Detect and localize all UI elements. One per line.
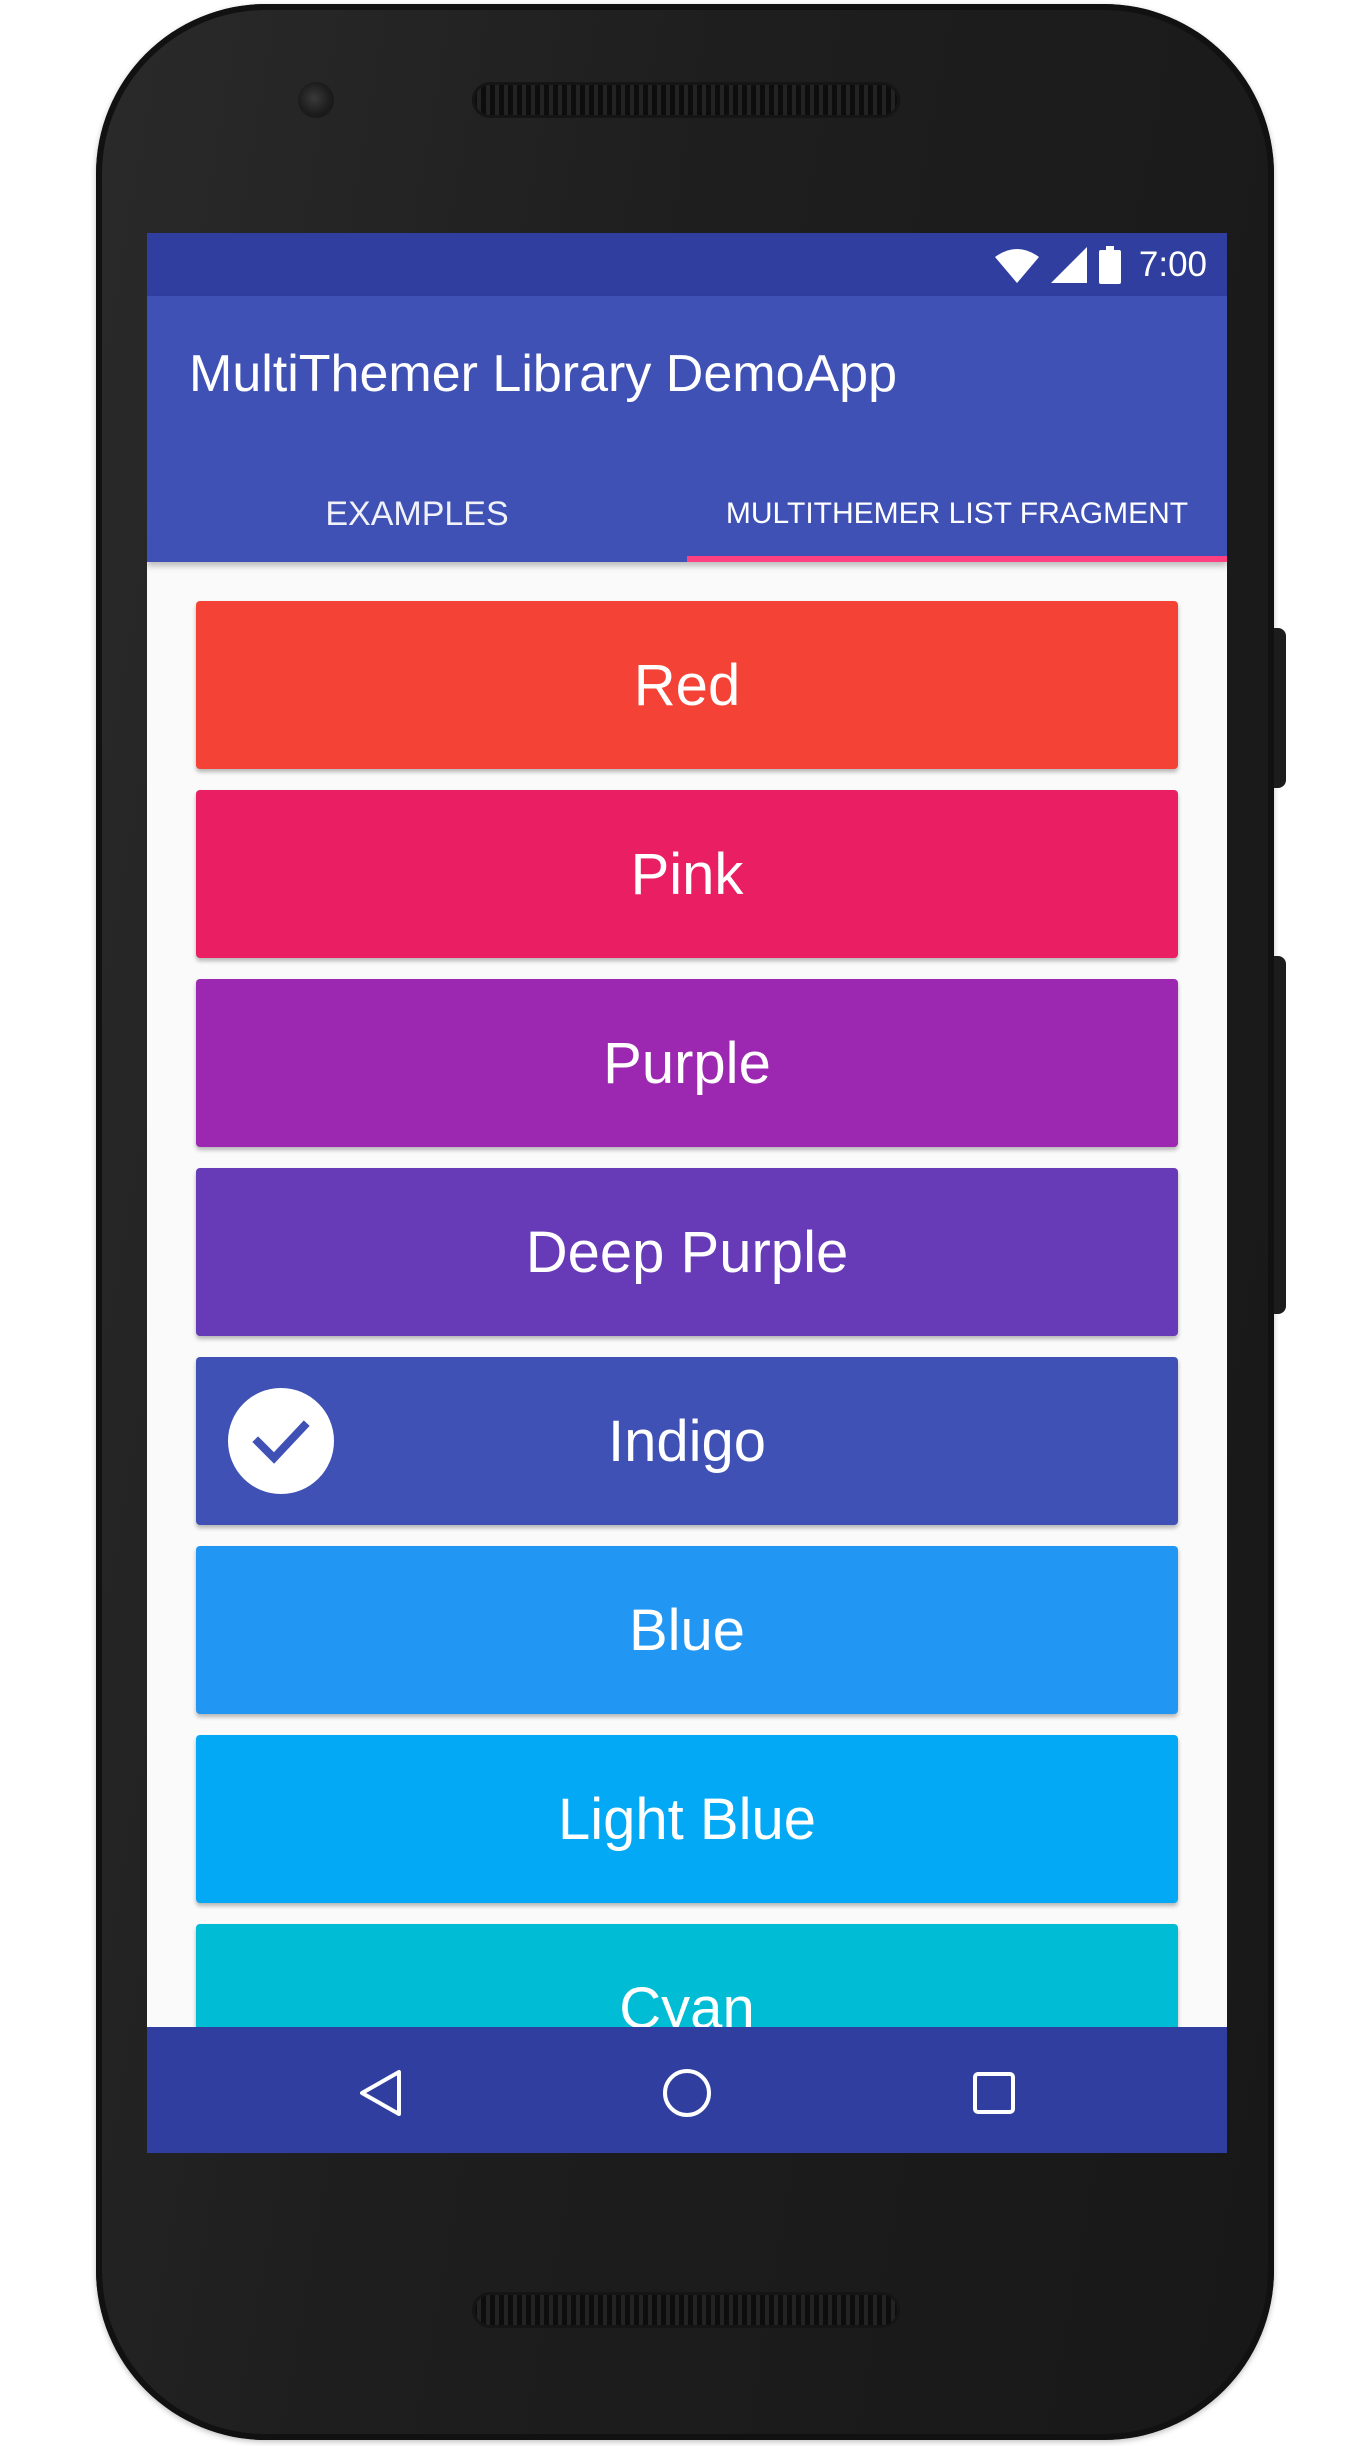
- status-time: 7:00: [1138, 244, 1207, 284]
- wifi-icon: [994, 248, 1039, 283]
- checkmark-icon: [228, 1388, 334, 1494]
- theme-item-label: Pink: [630, 841, 744, 907]
- theme-item-label: Deep Purple: [525, 1219, 849, 1285]
- earpiece-speaker: [472, 82, 900, 118]
- front-camera: [298, 82, 334, 118]
- cell-signal-icon: [1050, 246, 1087, 283]
- tab-label: MULTITHEMER LIST FRAGMENT: [725, 497, 1189, 530]
- theme-item-deep-purple[interactable]: Deep Purple: [196, 1168, 1178, 1336]
- theme-item-label: Red: [633, 652, 741, 718]
- theme-item-blue[interactable]: Blue: [196, 1546, 1178, 1714]
- app-bar: MultiThemer Library DemoApp EXAMPLES MUL…: [147, 296, 1227, 562]
- tab-examples[interactable]: EXAMPLES: [147, 466, 687, 562]
- power-button: [1274, 628, 1286, 788]
- navigation-bar: [147, 2027, 1227, 2153]
- back-icon[interactable]: [350, 2065, 410, 2121]
- tab-multithemer-list-fragment[interactable]: MULTITHEMER LIST FRAGMENT: [687, 466, 1227, 562]
- theme-item-purple[interactable]: Purple: [196, 979, 1178, 1147]
- theme-item-pink[interactable]: Pink: [196, 790, 1178, 958]
- theme-item-light-blue[interactable]: Light Blue: [196, 1735, 1178, 1903]
- theme-item-label: Blue: [628, 1597, 746, 1663]
- recents-icon[interactable]: [964, 2065, 1024, 2121]
- tab-indicator: [687, 556, 1227, 562]
- theme-item-label: Purple: [603, 1030, 771, 1096]
- theme-item-label: Light Blue: [558, 1786, 816, 1852]
- bottom-speaker: [472, 2292, 900, 2328]
- volume-rocker: [1274, 956, 1286, 1314]
- tab-bar: EXAMPLES MULTITHEMER LIST FRAGMENT: [147, 466, 1227, 562]
- tab-label: EXAMPLES: [325, 494, 509, 533]
- battery-icon: [1098, 245, 1121, 284]
- home-icon[interactable]: [657, 2065, 717, 2121]
- status-bar: 7:00: [147, 233, 1227, 296]
- app-title: MultiThemer Library DemoApp: [189, 345, 898, 403]
- theme-item-label: Indigo: [607, 1408, 767, 1474]
- theme-item-indigo[interactable]: Indigo: [196, 1357, 1178, 1525]
- theme-item-red[interactable]: Red: [196, 601, 1178, 769]
- screen: 7:00 MultiThemer Library DemoApp EXAMPLE…: [147, 233, 1227, 2153]
